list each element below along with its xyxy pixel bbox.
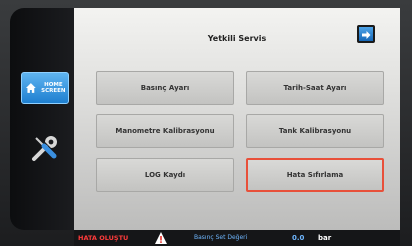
next-page-button[interactable] <box>357 25 375 43</box>
wrench-screwdriver-icon[interactable] <box>30 133 60 163</box>
sidebar: HOME SCREEN <box>10 8 74 230</box>
page-title: Yetkili Servis <box>207 34 267 43</box>
pressure-setpoint-value: 0.0 <box>292 234 305 242</box>
main-screen: Yetkili Servis Basınç Ayarı Tarih-Saat A… <box>74 8 400 230</box>
arrow-right-icon <box>362 31 371 39</box>
home-screen-button[interactable]: HOME SCREEN <box>21 72 69 104</box>
log-record-button[interactable]: LOG Kaydı <box>96 158 234 192</box>
tank-calibration-button[interactable]: Tank Kalibrasyonu <box>246 114 384 148</box>
device-frame: HOME SCREEN Yetkili Servis Basınç Ayarı … <box>0 0 412 246</box>
pressure-setting-button[interactable]: Basınç Ayarı <box>96 71 234 105</box>
home-screen-label: HOME SCREEN <box>41 82 66 94</box>
house-icon <box>25 83 36 93</box>
status-bar: HATA OLUŞTU Basınç Set Değeri 0.0 bar <box>74 230 400 246</box>
date-time-setting-button[interactable]: Tarih-Saat Ayarı <box>246 71 384 105</box>
pressure-unit: bar <box>318 234 332 242</box>
error-status-label: HATA OLUŞTU <box>78 234 129 242</box>
manometer-calibration-button[interactable]: Manometre Kalibrasyonu <box>96 114 234 148</box>
pressure-setpoint-label: Basınç Set Değeri <box>194 234 248 241</box>
warning-triangle-icon <box>155 232 167 244</box>
error-reset-button[interactable]: Hata Sıfırlama <box>246 158 384 192</box>
